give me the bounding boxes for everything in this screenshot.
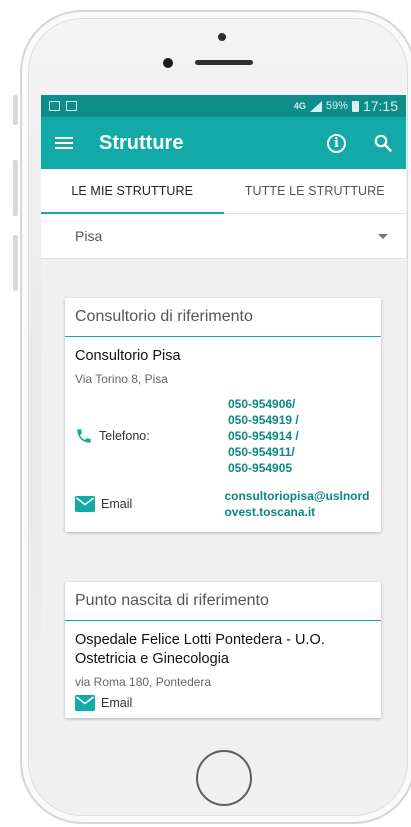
email-label: Email <box>101 696 133 710</box>
search-icon[interactable] <box>374 134 392 152</box>
phone-label: Telefono: <box>99 429 150 443</box>
city-dropdown[interactable]: Pisa <box>41 214 406 259</box>
city-dropdown-value: Pisa <box>75 228 103 244</box>
punto-nascita-card: Punto nascita di riferimento Ospedale Fe… <box>65 582 381 718</box>
card-header: Consultorio di riferimento <box>65 298 381 337</box>
email-label: Email <box>101 497 133 511</box>
phone-number-link[interactable]: 050-954906/ <box>228 396 299 412</box>
home-button[interactable] <box>196 750 252 806</box>
mute-switch <box>13 95 18 125</box>
app-screen: 4G 59% 17:15 Strutture i LE MIE STRUTTUR… <box>41 95 406 743</box>
gallery-notification-icon <box>49 101 60 111</box>
tab-le-mie-strutture[interactable]: LE MIE STRUTTURE <box>41 169 224 214</box>
page-title: Strutture <box>99 131 184 154</box>
phone-number-link[interactable]: 050-954911/ <box>228 444 299 460</box>
phone-icon <box>75 427 93 445</box>
mail-icon <box>75 496 95 512</box>
dropdown-arrow-icon <box>378 233 388 239</box>
clock: 17:15 <box>362 98 398 114</box>
facility-address: Via Torino 8, Pisa <box>75 372 168 386</box>
info-icon[interactable]: i <box>327 133 346 153</box>
mail-icon <box>75 695 95 711</box>
network-type: 4G <box>293 101 306 111</box>
tab-bar: LE MIE STRUTTURE TUTTE LE STRUTTURE <box>41 169 406 214</box>
card-header: Punto nascita di riferimento <box>65 582 381 621</box>
battery-percentage: 59% <box>325 100 348 112</box>
tab-tutte-le-strutture[interactable]: TUTTE LE STRUTTURE <box>224 169 407 213</box>
email-link[interactable]: consultoriopisa@uslnordovest.toscana.it <box>224 488 371 520</box>
battery-icon <box>351 100 359 112</box>
facility-name: Ospedale Felice Lotti Pontedera - U.O. O… <box>75 632 325 667</box>
phone-number-link[interactable]: 050-954914 / <box>228 428 299 444</box>
proximity-sensor <box>163 58 173 68</box>
volume-down-button <box>13 235 18 291</box>
mail-notification-icon <box>66 101 77 111</box>
hamburger-menu-icon[interactable] <box>55 137 73 149</box>
signal-icon <box>309 100 322 112</box>
phone-number-link[interactable]: 050-954919 / <box>228 412 299 428</box>
consultorio-card: Consultorio di riferimento Consultorio P… <box>65 298 381 532</box>
facility-name: Consultorio Pisa <box>75 348 181 364</box>
front-camera <box>218 33 226 41</box>
app-bar: Strutture i <box>41 117 406 169</box>
status-bar: 4G 59% 17:15 <box>41 95 406 117</box>
facility-address: via Roma 180, Pontedera <box>75 675 212 689</box>
volume-up-button <box>13 160 18 216</box>
earpiece-speaker <box>195 60 253 65</box>
phone-number-link[interactable]: 050-954905 <box>228 460 299 476</box>
